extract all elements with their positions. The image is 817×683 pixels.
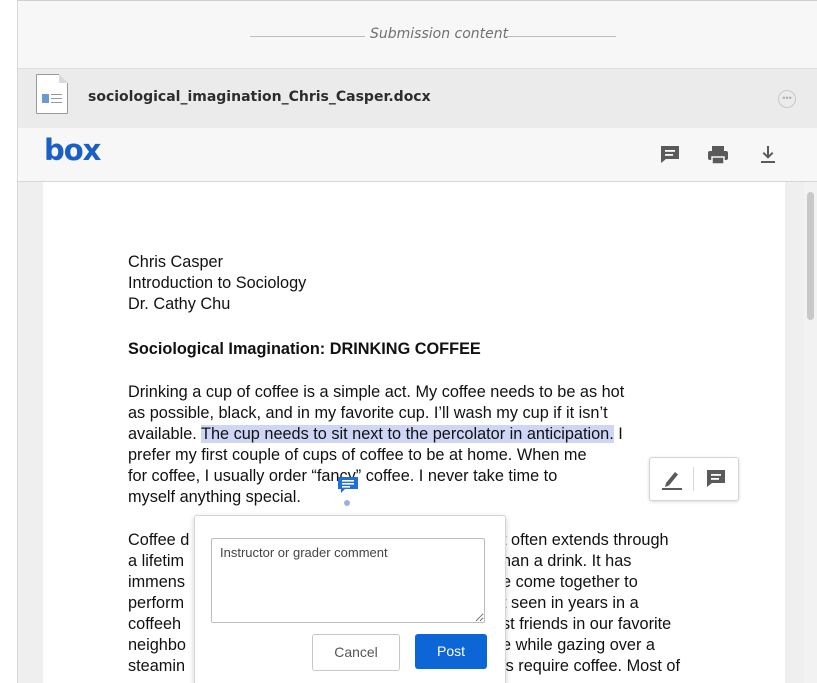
paragraph-line: e come together to: [502, 573, 638, 591]
submission-content-header: Submission content: [18, 0, 817, 69]
author-line: Chris Casper: [128, 253, 224, 271]
ellipsis-circle-icon[interactable]: •••: [778, 90, 796, 108]
paragraph-line: t seen in years in a: [502, 594, 639, 612]
annotation-toolbar: [649, 457, 739, 501]
comment-icon[interactable]: [704, 467, 728, 491]
paragraph-line: Drinking a cup of coffee is a simple act…: [128, 383, 625, 401]
paragraph-line: Coffee d: [128, 531, 190, 549]
comment-anchor-dot: [344, 500, 350, 506]
post-button[interactable]: Post: [415, 634, 487, 669]
header-divider-right: [506, 36, 616, 37]
paragraph-text: available.: [128, 425, 202, 443]
paragraph-line: steamin: [128, 657, 186, 675]
paragraph-line: t often extends through: [502, 531, 669, 549]
highlighter-icon[interactable]: [660, 467, 684, 491]
paragraph-line: a lifetim: [128, 552, 185, 570]
paragraph-line: myself anything special.: [128, 488, 301, 506]
paragraph-line: available. The cup needs to sit next to …: [128, 424, 623, 445]
header-divider-left: [250, 36, 365, 37]
print-icon[interactable]: [706, 143, 730, 167]
scroll-thumb[interactable]: [807, 192, 814, 320]
paragraph-line: immens: [128, 573, 185, 591]
paragraph-line: han a drink. It has: [502, 552, 632, 570]
essay-title: Sociological Imagination: DRINKING COFFE…: [128, 340, 481, 358]
box-viewer-toolbar: box: [18, 128, 817, 182]
paragraph-line: as possible, black, and in my favorite c…: [128, 404, 608, 422]
paragraph-line: ls require coffee. Most of: [502, 657, 680, 675]
comment-popup: Cancel Post: [194, 515, 506, 683]
scrollbar[interactable]: [804, 182, 817, 683]
submission-content-title: Submission content: [370, 26, 509, 42]
comment-marker-icon[interactable]: [337, 476, 359, 494]
instructor-line: Dr. Cathy Chu: [128, 295, 231, 313]
paragraph-line: neighbo: [128, 636, 186, 654]
box-logo: box: [44, 133, 101, 167]
paragraph-text: I: [613, 425, 623, 443]
paragraph-line: st friends in our favorite: [502, 615, 672, 633]
paragraph-line: perform: [128, 594, 185, 612]
file-row: sociological_imagination_Chris_Casper.do…: [18, 68, 817, 129]
comment-icon[interactable]: [658, 143, 682, 167]
submission-panel: Submission content sociological_imaginat…: [17, 0, 817, 683]
paragraph-line: e while gazing over a: [502, 636, 655, 654]
comment-input[interactable]: [211, 538, 485, 623]
paragraph-line: coffeeh: [128, 615, 182, 633]
file-name[interactable]: sociological_imagination_Chris_Casper.do…: [88, 89, 431, 105]
document-file-icon: [36, 74, 68, 114]
highlighted-text[interactable]: The cup needs to sit next to the percola…: [201, 425, 614, 443]
download-icon[interactable]: [756, 143, 780, 167]
course-line: Introduction to Sociology: [128, 274, 307, 292]
cancel-button[interactable]: Cancel: [312, 634, 400, 671]
toolbar-separator: [693, 467, 694, 491]
paragraph-line: prefer my first couple of cups of coffee…: [128, 446, 587, 464]
